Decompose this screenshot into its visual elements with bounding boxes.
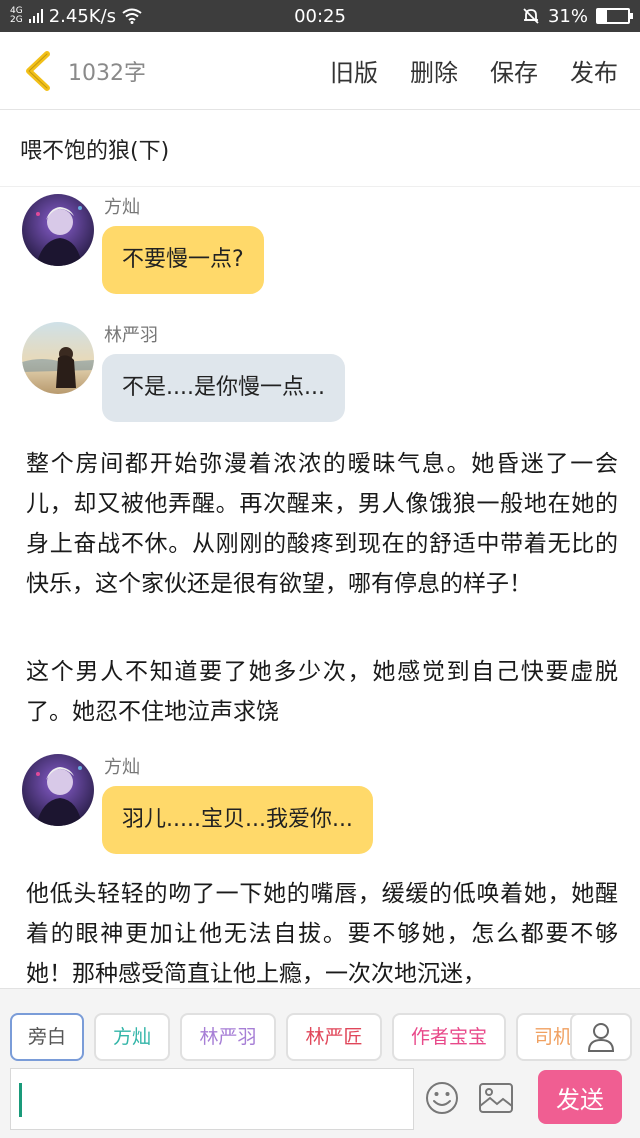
battery-percent: 31% (547, 5, 588, 27)
message-bubble: 不是....是你慢一点... (102, 354, 345, 422)
network-type: 4G 2G (10, 7, 23, 25)
speaker-name: 方灿 (104, 197, 140, 218)
emoji-icon[interactable] (424, 1080, 460, 1116)
avatar (22, 322, 94, 394)
bell-muted-icon (523, 8, 539, 24)
message-bubble: 不要慢一点? (102, 226, 264, 294)
speaker-name: 林严羽 (104, 325, 158, 346)
message-input[interactable] (10, 1068, 414, 1130)
role-chip-narrator[interactable]: 旁白 (10, 1013, 84, 1061)
battery-icon (596, 8, 633, 24)
dialog-message[interactable]: 林严羽 不是....是你慢一点... (22, 322, 345, 422)
role-chip-fangcan[interactable]: 方灿 (94, 1013, 170, 1061)
message-bubble: 羽儿.....宝贝...我爱你... (102, 786, 373, 854)
role-chip-driver[interactable]: 司机 (516, 1013, 576, 1061)
image-icon[interactable] (478, 1082, 514, 1114)
app-root: 4G 2G 2.45K/s 00:25 31% 1032字 旧版 删除 保存 发… (0, 0, 640, 1138)
status-left: 4G 2G 2.45K/s (10, 6, 270, 27)
narration-paragraph[interactable]: 他低头轻轻的吻了一下她的嘴唇，缓缓的低唤着她，她醒着的眼神更加让他无法自拔。要不… (26, 874, 618, 988)
message-body: 方灿 不要慢一点? (102, 194, 264, 294)
publish-button[interactable]: 发布 (566, 53, 622, 88)
input-bar: 发送 (0, 1066, 640, 1138)
word-count: 1032字 (68, 60, 146, 86)
avatar (22, 754, 94, 826)
speaker-name: 方灿 (104, 757, 140, 778)
text-caret (19, 1083, 22, 1117)
delete-button[interactable]: 删除 (406, 53, 462, 88)
narration-paragraph[interactable]: 这个男人不知道要了她多少次，她感觉到自己快要虚脱了。她忍不住地泣声求饶 (26, 652, 618, 732)
role-chip-linyanjiang[interactable]: 林严匠 (286, 1013, 382, 1061)
story-title[interactable]: 喂不饱的狼(下) (0, 111, 640, 187)
send-button[interactable]: 发送 (538, 1070, 622, 1124)
wifi-icon (122, 8, 142, 24)
dialog-message[interactable]: 方灿 不要慢一点? (22, 194, 264, 294)
old-version-button[interactable]: 旧版 (326, 53, 382, 88)
status-bar: 4G 2G 2.45K/s 00:25 31% (0, 0, 640, 32)
add-role-button[interactable] (570, 1013, 632, 1061)
editor-toolbar: 1032字 旧版 删除 保存 发布 (0, 32, 640, 110)
user-icon (587, 1023, 615, 1052)
avatar-image (22, 322, 94, 394)
battery-fill (598, 10, 608, 22)
status-right: 31% (522, 5, 633, 27)
narration-paragraph[interactable]: 整个房间都开始弥漫着浓浓的暧昧气息。她昏迷了一会儿，却又被他弄醒。再次醒来，男人… (26, 444, 618, 604)
avatar-image (22, 194, 94, 266)
message-body: 方灿 羽儿.....宝贝...我爱你... (102, 754, 373, 854)
role-selector-bar: 旁白 方灿 林严羽 林严匠 作者宝宝 司机 (0, 988, 640, 1066)
message-body: 林严羽 不是....是你慢一点... (102, 322, 345, 422)
save-button[interactable]: 保存 (486, 53, 542, 88)
dialog-message[interactable]: 方灿 羽儿.....宝贝...我爱你... (22, 754, 373, 854)
network-bottom: 2G (10, 15, 23, 25)
back-button[interactable] (16, 46, 60, 96)
back-arrow-icon (26, 50, 50, 91)
avatar-image (22, 754, 94, 826)
role-chip-list: 旁白 方灿 林严羽 林严匠 作者宝宝 司机 (10, 1013, 576, 1061)
avatar (22, 194, 94, 266)
network-speed: 2.45K/s (48, 5, 117, 27)
story-content: 方灿 不要慢一点? 林严羽 不是....是你慢一点... 整个房间都开始弥漫着浓… (0, 188, 640, 988)
toolbar-actions: 旧版 删除 保存 发布 (326, 53, 622, 88)
role-chip-author[interactable]: 作者宝宝 (392, 1013, 506, 1061)
role-chip-linyanyu[interactable]: 林严羽 (180, 1013, 276, 1061)
signal-icon (28, 9, 43, 23)
